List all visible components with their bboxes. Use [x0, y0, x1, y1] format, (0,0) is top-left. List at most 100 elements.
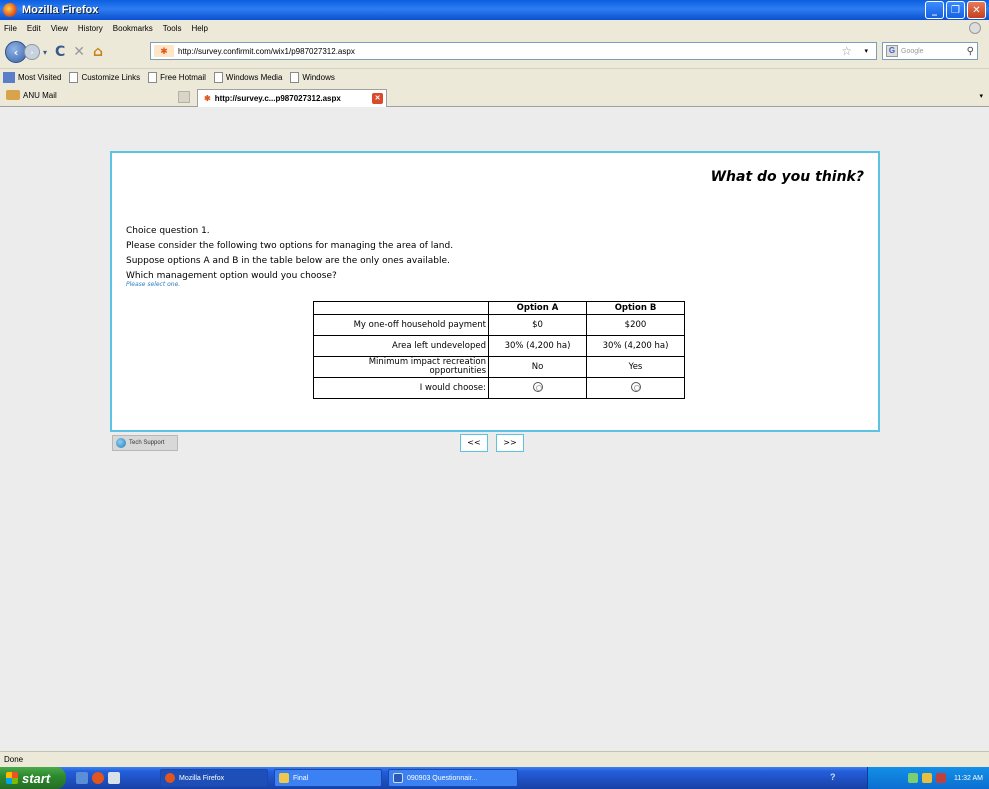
menu-edit[interactable]: Edit — [27, 24, 41, 33]
menu-bookmarks[interactable]: Bookmarks — [113, 24, 153, 33]
start-button[interactable]: start — [0, 767, 66, 789]
tab-label: http://survey.c...p987027312.aspx — [214, 94, 341, 103]
header-option-a: Option A — [488, 301, 587, 315]
window-title: Mozilla Firefox — [22, 4, 99, 16]
navigation-toolbar: ‹ › ▾ C ✕ ⌂ ✱ http://survey.confirmit.co… — [0, 37, 989, 67]
help-globe-icon — [116, 438, 126, 448]
cell-option-a: No — [488, 356, 587, 378]
url-dropdown-icon[interactable]: ▾ — [864, 47, 868, 55]
cell-option-b: $200 — [586, 314, 685, 336]
tech-support-label: Tech Support — [129, 440, 165, 446]
close-button[interactable]: ✕ — [967, 1, 986, 19]
network-icon[interactable] — [907, 773, 918, 783]
previous-button[interactable]: << — [460, 434, 488, 452]
bookmark-windows[interactable]: Windows — [290, 72, 335, 83]
option-b-radio[interactable] — [630, 381, 641, 392]
bookmark-label: Customize Links — [81, 73, 141, 82]
search-placeholder[interactable]: Google — [901, 48, 924, 55]
search-bar[interactable]: G Google ⚲ — [882, 42, 978, 60]
table-header-blank — [313, 301, 489, 315]
new-tab-icon[interactable] — [178, 91, 190, 103]
most-visited-icon — [3, 72, 15, 83]
volume-icon[interactable] — [921, 773, 932, 783]
start-label: start — [22, 770, 51, 786]
site-favicon-icon: ✱ — [204, 94, 211, 103]
task-questionnaire[interactable]: 090903 Questionnair... — [388, 769, 518, 787]
menu-bar: File Edit View History Bookmarks Tools H… — [0, 20, 989, 36]
menu-file[interactable]: File — [4, 24, 17, 33]
bookmark-free-hotmail[interactable]: Free Hotmail — [148, 72, 206, 83]
tray-help-icon[interactable]: ? — [830, 772, 836, 782]
firefox-quicklaunch-icon[interactable] — [92, 772, 104, 784]
google-engine-icon[interactable]: G — [886, 45, 898, 57]
next-button[interactable]: >> — [496, 434, 524, 452]
question-text: Choice question 1. Please consider the f… — [126, 224, 453, 288]
mail-icon — [6, 90, 20, 100]
table-row: Minimum impact recreation opportunities … — [313, 356, 685, 378]
throbber-icon — [969, 22, 981, 34]
question-line: Suppose options A and B in the table bel… — [126, 256, 450, 266]
security-icon[interactable] — [935, 773, 946, 783]
home-icon[interactable]: ⌂ — [93, 44, 103, 60]
row-label-line: opportunities — [429, 366, 486, 376]
choose-label: I would choose: — [313, 377, 489, 399]
history-dropdown-icon[interactable]: ▾ — [43, 48, 47, 57]
table-header-row: Option A Option B — [313, 301, 685, 315]
task-mozilla-firefox[interactable]: Mozilla Firefox — [160, 769, 268, 787]
url-text[interactable]: http://survey.confirmit.com/wix1/p987027… — [178, 47, 355, 56]
menu-history[interactable]: History — [78, 24, 103, 33]
header-option-b: Option B — [586, 301, 685, 315]
cell-option-b: 30% (4,200 ha) — [586, 335, 685, 357]
tab-label: ANU Mail — [23, 90, 57, 100]
bookmark-star-icon[interactable]: ☆ — [841, 44, 852, 58]
choice-table: Option A Option B My one-off household p… — [313, 301, 685, 399]
windows-flag-icon — [6, 772, 18, 784]
bookmark-customize-links[interactable]: Customize Links — [69, 72, 140, 83]
bookmark-label: Most Visited — [18, 73, 62, 82]
page-icon — [148, 72, 158, 83]
maximize-button[interactable]: ❐ — [946, 1, 965, 19]
row-label: Area left undeveloped — [313, 335, 489, 357]
search-icon[interactable]: ⚲ — [967, 46, 974, 57]
tab-anu-mail[interactable]: ANU Mail — [6, 90, 57, 100]
menu-view[interactable]: View — [51, 24, 68, 33]
bookmark-label: Free Hotmail — [160, 73, 206, 82]
bookmark-label: Windows — [302, 73, 335, 82]
reload-icon[interactable]: C — [55, 44, 65, 60]
question-line: Please consider the following two option… — [126, 241, 454, 251]
title-bar: Mozilla Firefox _ ❐ ✕ — [0, 0, 989, 20]
task-final[interactable]: Final — [274, 769, 382, 787]
forward-button[interactable]: › — [24, 44, 40, 60]
cell-option-a: $0 — [488, 314, 587, 336]
tech-support-button[interactable]: Tech Support — [112, 435, 178, 451]
tab-bar: ANU Mail ✱ http://survey.c...p987027312.… — [0, 87, 989, 107]
bookmark-windows-media[interactable]: Windows Media — [213, 72, 282, 83]
system-tray: 11:32 AM — [867, 767, 989, 789]
page-icon — [290, 72, 300, 83]
stop-icon[interactable]: ✕ — [73, 44, 85, 60]
tab-list-dropdown-icon[interactable]: ▾ — [979, 92, 983, 100]
firefox-window: Mozilla Firefox _ ❐ ✕ File Edit View His… — [0, 0, 989, 789]
tab-survey[interactable]: ✱ http://survey.c...p987027312.aspx ✕ — [197, 89, 387, 107]
url-bar[interactable]: ✱ http://survey.confirmit.com/wix1/p9870… — [150, 42, 877, 60]
bookmark-most-visited[interactable]: Most Visited — [3, 72, 61, 83]
bookmarks-toolbar: Most Visited Customize Links Free Hotmai… — [0, 68, 989, 86]
close-tab-icon[interactable]: ✕ — [372, 93, 383, 104]
page-icon — [69, 72, 79, 83]
row-label: Minimum impact recreation opportunities — [313, 356, 489, 378]
show-desktop-icon[interactable] — [76, 772, 88, 784]
firefox-logo-icon — [3, 3, 17, 17]
minimize-button[interactable]: _ — [925, 1, 944, 19]
quick-launch — [76, 772, 120, 784]
menu-help[interactable]: Help — [191, 24, 207, 33]
firefox-icon — [165, 773, 175, 783]
window-quicklaunch-icon[interactable] — [108, 772, 120, 784]
site-favicon-icon: ✱ — [154, 45, 174, 57]
menu-tools[interactable]: Tools — [163, 24, 182, 33]
table-row-choose: I would choose: — [313, 377, 685, 399]
option-a-radio[interactable] — [532, 381, 543, 392]
task-label: Final — [293, 774, 309, 782]
task-label: Mozilla Firefox — [179, 774, 225, 782]
status-bar: Done — [0, 751, 989, 767]
cell-option-b-radio — [586, 377, 685, 399]
